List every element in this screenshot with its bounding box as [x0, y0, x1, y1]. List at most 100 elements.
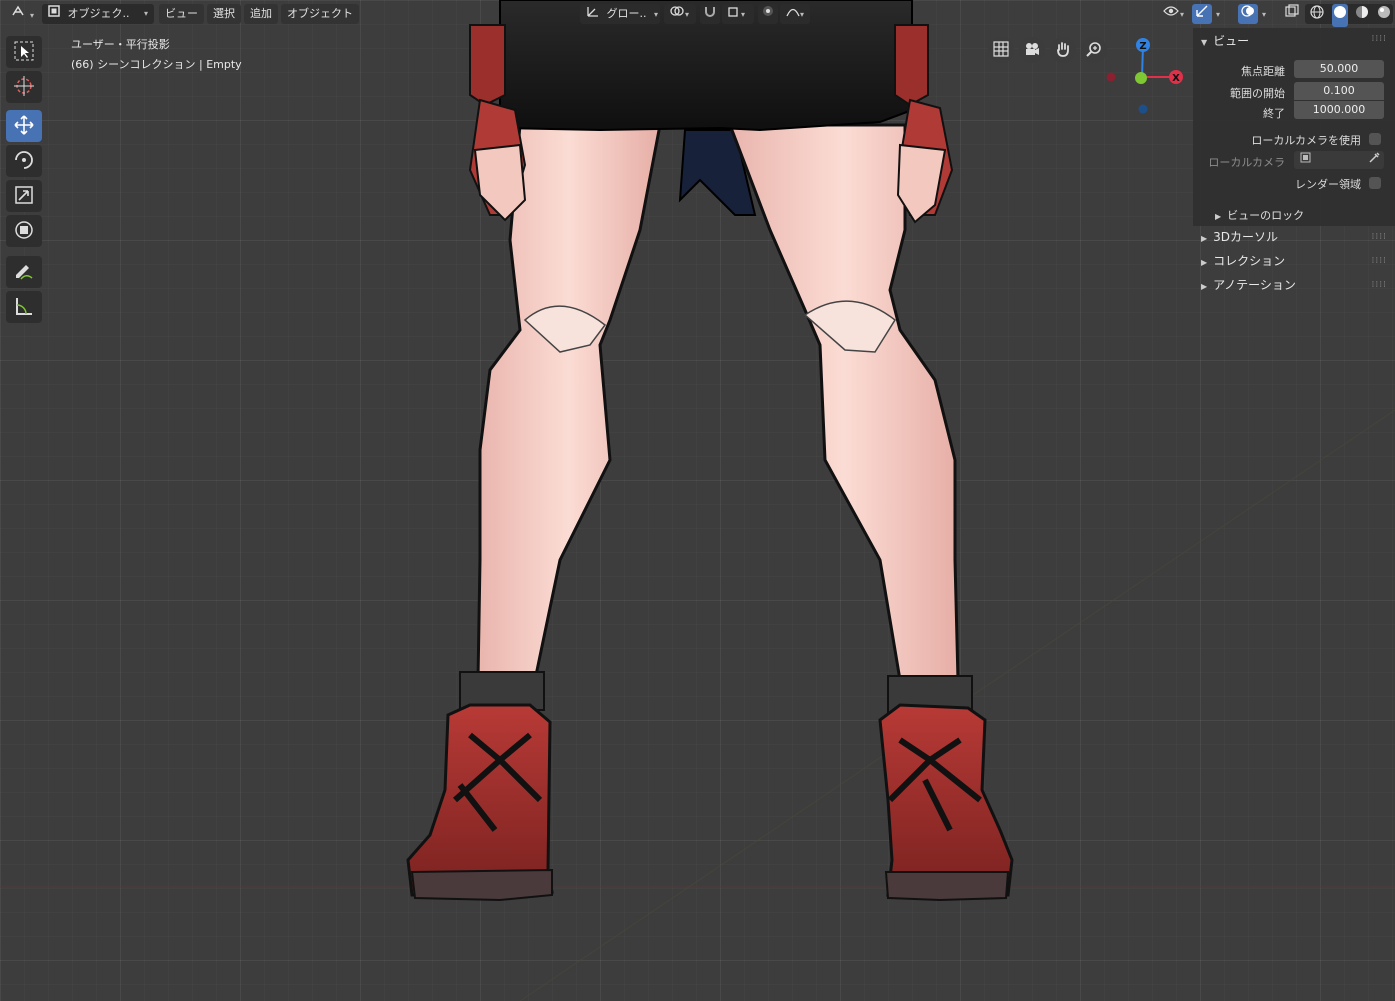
sidebar-view-panel: ▼ ビュー ⁞⁞⁞⁞ 焦点距離 50.000 範囲の開始 0.100 終了 100…	[1193, 28, 1395, 226]
3d-viewport[interactable]	[0, 0, 1395, 1001]
mode-selector[interactable]: オブジェク.. ▾	[42, 4, 154, 24]
rotate-icon	[13, 149, 35, 174]
navigation-gizmo[interactable]: Z X	[1100, 30, 1190, 120]
scale-icon	[13, 184, 35, 209]
xray-toggle[interactable]	[1282, 4, 1302, 24]
render-region-label: レンダー領域	[1295, 178, 1361, 191]
drag-handle-icon[interactable]: ⁞⁞⁞⁞	[1372, 274, 1387, 296]
local-camera-use-label: ローカルカメラを使用	[1251, 134, 1361, 147]
view-lock-label: ビューのロック	[1227, 209, 1305, 222]
xray-icon	[1285, 4, 1299, 25]
gizmo-dropdown[interactable]: ▾	[1212, 4, 1230, 24]
menu-add[interactable]: 追加	[244, 4, 278, 24]
clip-end-field[interactable]: 1000.000	[1294, 101, 1384, 119]
wireframe-shading-icon[interactable]	[1310, 5, 1324, 26]
collection-info: (66) シーンコレクション | Empty	[71, 58, 242, 71]
measure-tool[interactable]	[6, 291, 42, 323]
menu-object[interactable]: オブジェクト	[281, 4, 359, 24]
expand-arrow-icon: ▶	[1215, 212, 1222, 221]
focal-length-field[interactable]: 50.000	[1294, 60, 1384, 78]
clip-start-label: 範囲の開始	[1230, 87, 1285, 100]
subpanel-label: 3Dカーソル	[1213, 230, 1279, 244]
rotate-tool[interactable]	[6, 145, 42, 177]
snap-toggle[interactable]	[700, 4, 720, 24]
editor-type-button[interactable]: ▾	[4, 4, 38, 24]
eye-icon	[1163, 4, 1179, 24]
expand-arrow-icon: ▶	[1201, 282, 1208, 291]
local-camera-field[interactable]	[1294, 151, 1384, 169]
y-axis-handle[interactable]	[1135, 72, 1147, 84]
menu-view[interactable]: ビュー	[159, 4, 204, 24]
mode-label: オブジェク..	[67, 7, 130, 20]
local-camera-use-checkbox[interactable]	[1369, 133, 1381, 145]
orientation-icon	[586, 4, 600, 24]
transform-tool[interactable]	[6, 215, 42, 247]
solid-shading-icon[interactable]	[1331, 4, 1348, 27]
collapse-arrow-icon: ▼	[1201, 38, 1208, 47]
view-panel-header[interactable]: ▼ ビュー	[1201, 32, 1249, 49]
pencil-icon	[13, 260, 35, 285]
scale-tool[interactable]	[6, 180, 42, 212]
annotate-tool[interactable]	[6, 256, 42, 288]
view-panel-title: ビュー	[1213, 34, 1250, 48]
pivot-point-dropdown[interactable]: ▾	[664, 4, 696, 24]
subpanel-collection[interactable]: ▶ コレクション ⁞⁞⁞⁞	[1193, 250, 1395, 272]
render-region-checkbox[interactable]	[1369, 177, 1381, 189]
snap-increment-icon	[728, 4, 740, 24]
overlay-toggle[interactable]	[1238, 4, 1258, 24]
clip-start-field[interactable]: 0.100	[1294, 82, 1384, 100]
proportional-edit-icon	[762, 4, 774, 24]
subpanel-annotation[interactable]: ▶ アノテーション ⁞⁞⁞⁞	[1193, 274, 1395, 296]
select-box-tool[interactable]	[6, 36, 42, 68]
cursor-tool[interactable]	[6, 71, 42, 103]
view-lock-subpanel[interactable]: ▶ ビューのロック	[1215, 207, 1304, 223]
overlay-dropdown[interactable]: ▾	[1258, 4, 1276, 24]
drag-handle-icon[interactable]: ⁞⁞⁞⁞	[1372, 34, 1387, 44]
local-camera-label: ローカルカメラ	[1208, 156, 1285, 169]
visibility-dropdown[interactable]: ▾	[1157, 4, 1189, 24]
gizmo-icon	[1195, 4, 1209, 25]
drag-handle-icon[interactable]: ⁞⁞⁞⁞	[1372, 250, 1387, 272]
clip-end-label: 終了	[1263, 107, 1285, 120]
move-tool[interactable]	[6, 110, 42, 142]
3d-viewport-icon	[10, 4, 26, 25]
view-name: ユーザー・平行投影	[71, 38, 170, 51]
menu-select[interactable]: 選択	[207, 4, 241, 24]
subpanel-3d-cursor[interactable]: ▶ 3Dカーソル ⁞⁞⁞⁞	[1193, 226, 1395, 248]
rendered-shading-icon[interactable]	[1377, 5, 1391, 26]
z-axis-label: Z	[1139, 41, 1146, 52]
transform-orientation-dropdown[interactable]: グロー.. ▾	[580, 4, 660, 24]
pivot-icon	[670, 4, 684, 24]
move-arrows-icon	[13, 114, 35, 139]
cursor-box-icon	[13, 40, 35, 65]
falloff-curve-icon	[786, 4, 800, 24]
character-model[interactable]	[0, 0, 1395, 1001]
neg-x-axis-handle[interactable]	[1106, 72, 1116, 82]
orientation-label: グロー..	[606, 7, 647, 20]
eyedropper-icon[interactable]	[1368, 151, 1380, 169]
gizmo-toggle[interactable]	[1192, 4, 1212, 24]
toggle-grid-button[interactable]	[988, 37, 1014, 63]
falloff-dropdown[interactable]: ▾	[780, 4, 810, 24]
crosshair-icon	[13, 75, 35, 100]
neg-z-axis-handle[interactable]	[1138, 104, 1148, 114]
drag-handle-icon[interactable]: ⁞⁞⁞⁞	[1372, 226, 1387, 248]
camera-object-icon	[1300, 152, 1311, 166]
overlay-icon	[1241, 4, 1255, 25]
viewport-info: ユーザー・平行投影 (66) シーンコレクション | Empty	[71, 35, 242, 75]
viewport-header: ▾ オブジェク.. ▾ ビュー 選択 追加 オブジェクト グロー.. ▾ ▾ ▾	[0, 0, 1395, 28]
subpanel-label: アノテーション	[1213, 278, 1296, 292]
subpanel-label: コレクション	[1213, 254, 1286, 268]
ruler-icon	[13, 295, 35, 320]
hand-icon	[1055, 41, 1071, 60]
expand-arrow-icon: ▶	[1201, 234, 1208, 243]
proportional-edit-toggle[interactable]	[758, 4, 778, 24]
transform-icon	[13, 219, 35, 244]
object-mode-icon	[48, 4, 60, 24]
material-shading-icon[interactable]	[1355, 5, 1369, 26]
magnet-icon	[703, 4, 717, 24]
snap-target-dropdown[interactable]: ▾	[722, 4, 754, 24]
pan-view-button[interactable]	[1050, 37, 1076, 63]
grid-icon	[993, 40, 1009, 60]
camera-view-button[interactable]	[1019, 37, 1045, 63]
